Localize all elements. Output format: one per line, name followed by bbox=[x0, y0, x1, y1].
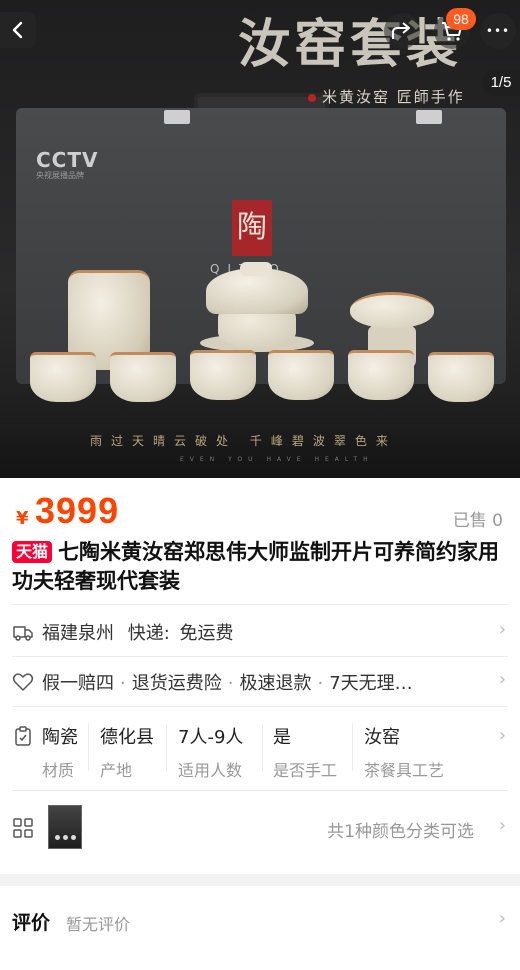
currency-symbol: ¥ bbox=[16, 508, 29, 529]
truck-icon bbox=[13, 626, 33, 641]
more-dots-icon: ••• bbox=[485, 24, 511, 38]
back-button[interactable] bbox=[0, 12, 36, 48]
service-item: 7天无理… bbox=[329, 673, 413, 694]
tea-cup bbox=[348, 350, 414, 400]
product-page: 汝窑套装 米黄汝窑 匠師手作 CCTV 央视展播品牌 陶 QITAO 雨过天晴云… bbox=[0, 0, 520, 970]
price-row: ¥ 3999 已售 0 bbox=[0, 478, 520, 538]
case-clasp bbox=[416, 110, 442, 124]
variant-count-text: 共1种颜色分类可选 bbox=[327, 822, 474, 842]
hero-subtitle-text: 米黄汝窑 匠師手作 bbox=[322, 88, 465, 106]
more-button[interactable]: ••• bbox=[480, 13, 516, 49]
heart-shield-icon bbox=[12, 673, 34, 691]
param-people: 7人-9人 适用人数 bbox=[178, 727, 244, 780]
divider bbox=[352, 723, 353, 771]
tea-cup bbox=[268, 350, 334, 400]
tea-cup bbox=[30, 352, 96, 402]
chevron-right-icon: › bbox=[498, 815, 506, 836]
hero-subtitle: 米黄汝窑 匠師手作 bbox=[308, 86, 465, 107]
divider bbox=[88, 723, 89, 771]
chevron-right-icon: › bbox=[498, 725, 506, 746]
shipping-text: 福建泉州 快递: 免运费 bbox=[42, 619, 234, 645]
services-list: 假一赔四 · 退货运费险 · 极速退款 · 7天无理… bbox=[42, 673, 413, 694]
product-title-text: 七陶米黄汝窑郑思伟大师监制开片可养简约家用功夫轻奢现代套装 bbox=[12, 540, 500, 593]
shipping-row[interactable]: 福建泉州 快递: 免运费 › bbox=[12, 604, 508, 656]
param-material: 陶瓷 材质 bbox=[42, 727, 78, 780]
hero-slogan: 雨过天晴云破处 千峰碧波翠色来 bbox=[90, 434, 397, 448]
tea-cup bbox=[110, 352, 176, 402]
red-dot-icon bbox=[308, 93, 316, 102]
cart-badge: 98 bbox=[446, 8, 476, 30]
share-button[interactable] bbox=[384, 13, 420, 49]
variant-thumbnail[interactable] bbox=[48, 805, 82, 849]
tea-cup bbox=[190, 350, 256, 400]
review-empty-text: 暂无评价 bbox=[66, 915, 131, 934]
share-icon bbox=[392, 22, 410, 39]
divider bbox=[166, 723, 167, 771]
param-handmade: 是是否手工 bbox=[273, 727, 338, 780]
chevron-left-icon bbox=[12, 21, 23, 39]
divider bbox=[262, 723, 263, 771]
cctv-logo-sub: 央视展播品牌 bbox=[36, 171, 84, 180]
param-craft: 汝窑 茶餐具工艺 bbox=[364, 727, 445, 780]
tea-strainer bbox=[350, 292, 434, 328]
sold-count: 已售 0 bbox=[452, 511, 503, 531]
chevron-right-icon: › bbox=[498, 619, 506, 640]
chevron-right-icon: › bbox=[498, 669, 506, 690]
service-item: 假一赔四 bbox=[42, 673, 114, 694]
brand-seal: 陶 bbox=[232, 200, 272, 256]
shipping-origin: 福建泉州 bbox=[42, 623, 114, 644]
section-gap bbox=[0, 874, 520, 886]
service-item: 退货运费险 bbox=[131, 673, 222, 694]
shipping-label: 快递: bbox=[127, 623, 170, 644]
product-title: 天猫 七陶米黄汝窑郑思伟大师监制开片可养简约家用功夫轻奢现代套装 bbox=[12, 538, 512, 596]
hero-slogan-en: EVEN YOU HAVE HEALTH bbox=[180, 456, 374, 463]
variants-row[interactable]: 共1种颜色分类可选 › bbox=[12, 790, 508, 862]
shipping-fee: 免运费 bbox=[179, 623, 234, 644]
service-item: 极速退款 bbox=[239, 673, 312, 694]
image-pager: 1/5 bbox=[482, 70, 520, 96]
services-row[interactable]: 假一赔四 · 退货运费险 · 极速退款 · 7天无理… › bbox=[12, 656, 508, 706]
gaiwan-bowl bbox=[218, 308, 296, 348]
chevron-right-icon[interactable]: › bbox=[499, 908, 506, 929]
param-origin: 德化县 产地 bbox=[100, 727, 154, 780]
gaiwan-knob bbox=[240, 262, 272, 276]
case-clasp bbox=[164, 110, 190, 124]
cctv-logo: CCTV bbox=[36, 148, 99, 172]
tmall-badge: 天猫 bbox=[12, 541, 53, 563]
params-row[interactable]: 陶瓷 材质 德化县 产地 7人-9人 适用人数 是是否手工 汝窑 茶餐具工艺 › bbox=[12, 706, 508, 790]
tea-cup bbox=[428, 352, 494, 402]
grid-icon bbox=[13, 818, 33, 838]
hero-title-overlay: 汝窑套装 bbox=[238, 14, 463, 75]
product-image-carousel[interactable]: 汝窑套装 米黄汝窑 匠師手作 CCTV 央视展播品牌 陶 QITAO 雨过天晴云… bbox=[0, 0, 520, 478]
clipboard-icon bbox=[15, 726, 31, 746]
review-label[interactable]: 评价 bbox=[12, 908, 50, 935]
price: 3999 bbox=[35, 490, 120, 531]
